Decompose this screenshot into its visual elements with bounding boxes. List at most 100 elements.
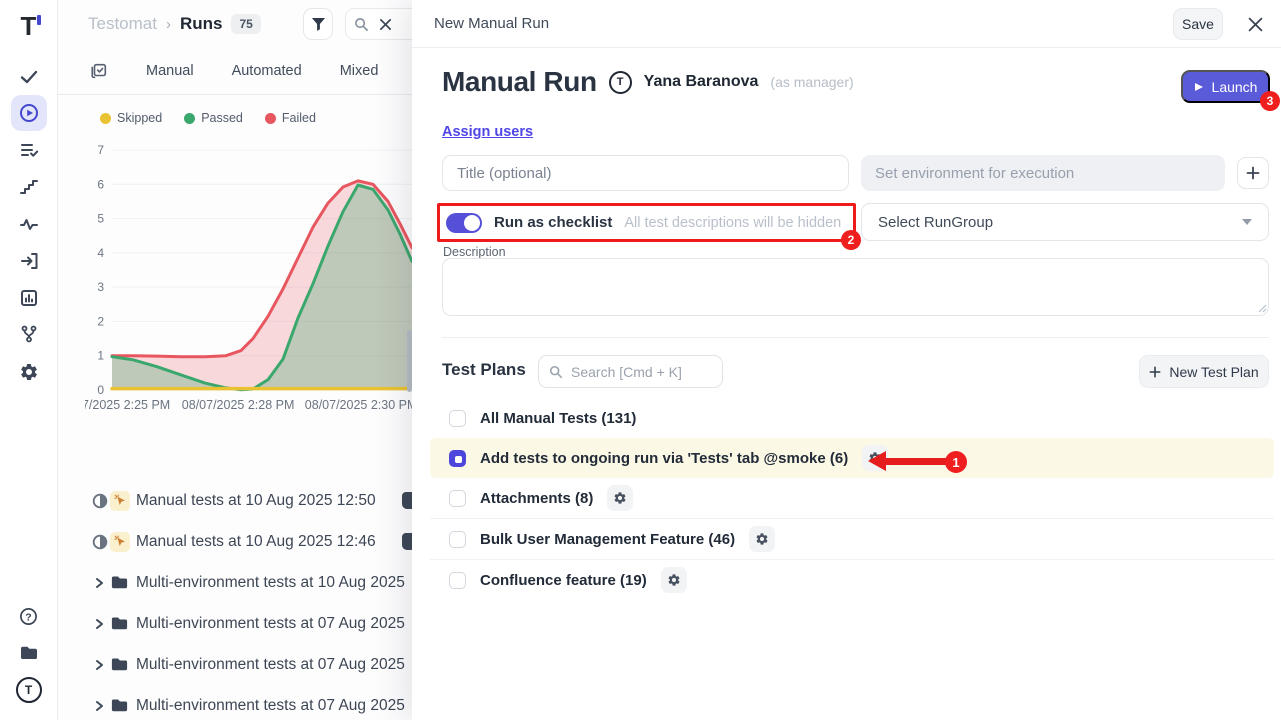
tab-automated[interactable]: Automated <box>232 63 302 79</box>
svg-text:0: 0 <box>97 383 104 397</box>
folder-icon <box>110 655 136 674</box>
runs-count-badge: 75 <box>231 14 260 34</box>
section-divider <box>442 337 1269 338</box>
launch-button[interactable]: Launch <box>1181 70 1270 103</box>
run-as-checklist-toggle[interactable] <box>446 213 482 233</box>
modal-title: New Manual Run <box>434 15 549 32</box>
search-icon <box>549 365 563 379</box>
checkbox-unchecked[interactable] <box>449 490 466 507</box>
breadcrumb-page: Runs <box>180 14 223 34</box>
close-icon[interactable] <box>1246 15 1264 33</box>
annotation-arrow-1-bar <box>885 458 947 465</box>
add-environment-button[interactable] <box>1237 157 1269 189</box>
tab-manual[interactable]: Manual <box>146 63 194 79</box>
sidebar-item-tests[interactable] <box>11 59 47 95</box>
checklist-hint: All test descriptions will be hidden <box>624 215 841 231</box>
skipped-dot-icon <box>100 113 111 124</box>
rungroup-select[interactable]: Select RunGroup <box>861 203 1269 241</box>
resize-handle-icon[interactable] <box>1257 303 1267 313</box>
tab-mixed[interactable]: Mixed <box>340 63 379 79</box>
funnel-icon <box>311 17 326 32</box>
run-label: Multi-environment tests at 10 Aug 2025 <box>136 574 405 592</box>
test-plans-search[interactable] <box>538 355 723 388</box>
manual-run-icon <box>110 491 136 511</box>
annotation-badge-2: 2 <box>841 230 861 250</box>
clear-search-icon[interactable] <box>379 18 392 31</box>
new-test-plan-button[interactable]: New Test Plan <box>1139 355 1269 388</box>
environment-input[interactable] <box>861 155 1225 191</box>
folder-icon <box>110 573 136 592</box>
branch-icon <box>19 324 39 344</box>
test-plan-row[interactable]: Attachments (8) <box>430 478 1274 519</box>
legend-item-skipped[interactable]: Skipped <box>100 111 162 125</box>
plan-settings-button[interactable] <box>607 485 633 511</box>
checkbox-checked[interactable] <box>449 450 466 467</box>
run-label: Multi-environment tests at 07 Aug 2025 <box>136 697 405 715</box>
chevron-right-icon[interactable] <box>92 576 110 590</box>
sidebar-item-analytics[interactable] <box>11 280 47 316</box>
manual-run-icon <box>110 532 136 552</box>
annotation-box-checklist: Run as checklist All test descriptions w… <box>437 203 856 242</box>
play-circle-icon <box>19 103 39 123</box>
sidebar-item-settings[interactable] <box>11 354 47 390</box>
test-plan-row-selected[interactable]: Add tests to ongoing run via 'Tests' tab… <box>430 438 1274 478</box>
run-title-row: Manual Run T Yana Baranova (as manager) <box>442 66 854 98</box>
page-title: Manual Run <box>442 66 597 98</box>
sidebar-item-activity[interactable] <box>11 206 47 242</box>
sidebar-item-account[interactable]: T <box>11 672 47 708</box>
title-input[interactable] <box>442 155 849 191</box>
svg-text:5: 5 <box>97 212 104 226</box>
plan-settings-button[interactable] <box>661 567 687 593</box>
run-label: Multi-environment tests at 07 Aug 2025 <box>136 656 405 674</box>
sidebar-item-import[interactable] <box>11 243 47 279</box>
legend-item-failed[interactable]: Failed <box>265 111 316 125</box>
help-icon: ? <box>19 607 38 626</box>
sidebar-item-milestones[interactable] <box>11 169 47 205</box>
testomat-logo-icon: T <box>21 13 37 39</box>
list-check-icon <box>19 140 39 160</box>
test-plan-row[interactable]: All Manual Tests (131) <box>430 398 1274 438</box>
svg-text:08/07/2025 2:25 PM: 08/07/2025 2:25 PM <box>85 398 170 412</box>
svg-text:2: 2 <box>97 314 104 328</box>
search-icon <box>354 17 369 32</box>
gear-icon <box>667 573 681 587</box>
modal-header: New Manual Run Save <box>412 0 1281 48</box>
checkbox-unchecked[interactable] <box>449 410 466 427</box>
breadcrumb-project[interactable]: Testomat <box>88 14 157 34</box>
save-button[interactable]: Save <box>1173 8 1223 40</box>
description-textarea[interactable] <box>442 258 1269 316</box>
checkbox-unchecked[interactable] <box>449 531 466 548</box>
annotation-badge-3: 3 <box>1260 91 1280 111</box>
select-all-icon[interactable] <box>90 62 108 80</box>
legend-item-passed[interactable]: Passed <box>184 111 243 125</box>
annotation-arrow-1 <box>868 451 886 471</box>
test-plan-row[interactable]: Confluence feature (19) <box>430 560 1274 600</box>
checkbox-unchecked[interactable] <box>449 572 466 589</box>
chevron-right-icon[interactable] <box>92 617 110 631</box>
sidebar-item-branches[interactable] <box>11 316 47 352</box>
app-logo[interactable]: T <box>11 8 47 44</box>
plan-settings-button[interactable] <box>749 526 775 552</box>
test-plans-heading: Test Plans <box>442 360 526 380</box>
assign-users-link[interactable]: Assign users <box>442 124 533 140</box>
sidebar-item-reports[interactable] <box>11 132 47 168</box>
description-label: Description <box>443 245 506 259</box>
test-plans-search-input[interactable] <box>571 364 701 380</box>
chevron-right-icon[interactable] <box>92 699 110 713</box>
chevron-right-icon[interactable] <box>92 658 110 672</box>
test-plan-row[interactable]: Bulk User Management Feature (46) <box>430 519 1274 560</box>
manager-avatar: T <box>609 71 632 94</box>
new-manual-run-modal: New Manual Run Save Manual Run T Yana Ba… <box>412 0 1281 720</box>
svg-text:7: 7 <box>97 143 104 157</box>
svg-text:1: 1 <box>97 349 104 363</box>
gear-icon <box>613 491 627 505</box>
check-icon <box>19 67 39 87</box>
sidebar: T ? <box>0 0 58 720</box>
sidebar-item-runs[interactable] <box>11 95 47 131</box>
sidebar-item-projects[interactable] <box>11 635 47 671</box>
sidebar-item-help[interactable]: ? <box>11 598 47 634</box>
app-window: T ? <box>0 0 1281 720</box>
in-progress-icon <box>92 493 110 509</box>
filter-button[interactable] <box>303 8 333 40</box>
breadcrumb: Testomat › Runs 75 <box>88 14 261 34</box>
